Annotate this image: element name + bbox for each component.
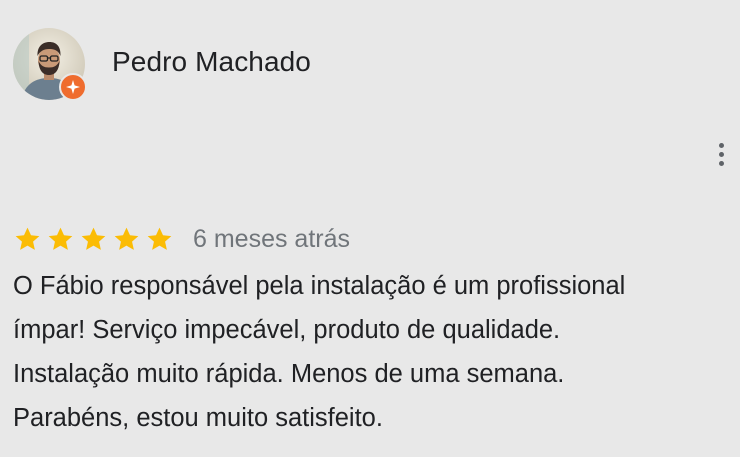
review-text-line: Parabéns, estou muito satisfeito. xyxy=(13,404,383,432)
star-rating xyxy=(13,225,174,254)
star-icon xyxy=(48,227,73,250)
star-icon xyxy=(81,227,106,250)
more-options-button[interactable] xyxy=(710,138,732,170)
star-icon xyxy=(114,227,139,250)
review-text-line: Instalação muito rápida. Menos de uma se… xyxy=(13,360,565,388)
more-vert-icon xyxy=(718,142,724,148)
reviewer-name[interactable]: Pedro Machado xyxy=(112,46,311,78)
review-card: Pedro Machado 6 meses atrás O Fábio resp… xyxy=(0,0,740,457)
star-icon xyxy=(147,227,172,250)
avatar[interactable] xyxy=(13,28,87,101)
more-vert-icon-dot xyxy=(718,151,724,157)
more-vert-icon-dot xyxy=(718,160,724,166)
local-guide-badge-icon xyxy=(59,73,87,101)
review-text: O Fábio responsável pela instalação é um… xyxy=(13,264,723,440)
review-text-line: O Fábio responsável pela instalação é um… xyxy=(13,272,626,300)
review-text-line: ímpar! Serviço impecável, produto de qua… xyxy=(13,316,561,344)
star-icon xyxy=(15,227,40,250)
local-guide-star-icon xyxy=(66,80,80,94)
rating-row: 6 meses atrás xyxy=(13,222,350,256)
review-date: 6 meses atrás xyxy=(193,224,351,253)
reviewer-header: Pedro Machado xyxy=(13,27,311,101)
